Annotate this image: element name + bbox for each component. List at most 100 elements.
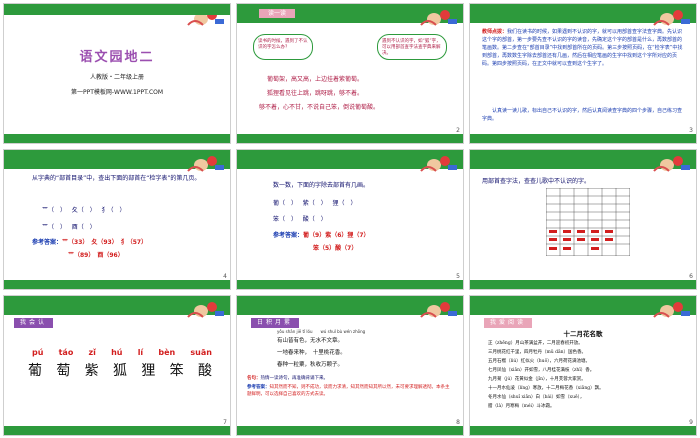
pinyin: lí <box>137 348 144 357</box>
slide-4[interactable]: 从字典的“部首目录”中，查出下面的部首在“检字表”的第几页。 艹（ ） 夂（ ）… <box>4 150 230 289</box>
slide-footer-bar <box>470 426 696 435</box>
exercise-item: 笨（ ） <box>273 216 298 223</box>
exercise-item: 狸（ ） <box>332 200 357 207</box>
poem-title: 十二月花名歌 <box>563 330 603 338</box>
slide-title: 语文园地二 <box>79 50 155 65</box>
section-tag: 读一读 <box>259 9 295 18</box>
cartoon-decoration-icon <box>187 156 224 172</box>
verse-line-2: 一地春来种， 十里桃花香。 <box>277 350 346 356</box>
slide-7[interactable]: 我会认 pú táo zǐ hú lí bèn suān 葡 萄 紫 狐 狸 笨… <box>4 296 230 435</box>
slide-number: 3 <box>689 127 693 134</box>
slide-footer-bar <box>4 280 230 289</box>
pinyin: bèn <box>158 348 176 357</box>
exercise-prompt: 数一数，下面的字除去部首有几画。 <box>273 182 370 189</box>
section-tag: 我会认 <box>14 318 54 328</box>
slide-footer-bar <box>237 134 463 143</box>
slide-number: 8 <box>456 419 460 426</box>
poem-line: 七月凤仙（xiān）开如雪，八月桂花满枝（zhī）香。 <box>488 368 595 373</box>
poem-line-3: 够不着，心不甘，不说自己笨，倒说葡萄酸。 <box>259 104 380 111</box>
cartoon-decoration-icon <box>653 302 690 318</box>
slide-number: 6 <box>689 273 693 280</box>
pinyin: táo <box>58 348 74 357</box>
section-tag: 我爱阅读 <box>484 318 533 328</box>
slide-footer-bar <box>237 280 463 289</box>
verse-line-1: 有山皆有色，无水不文章。 <box>277 338 344 344</box>
poem-line: 腊（là）月寒梅（méi）斗冰霜。 <box>488 404 555 409</box>
character: 狸 <box>141 363 156 379</box>
exercise-item: 犭（ ） <box>101 207 126 214</box>
slide-number: 5 <box>456 273 460 280</box>
poem-line: 十一月水仙凌（líng）寒放，十二月梅花香（xiāng）飘。 <box>488 386 604 391</box>
cartoon-decoration-icon <box>420 302 457 318</box>
exercise-prompt: 用部首查字法，查查儿歌中不认识的字。 <box>482 178 591 185</box>
exercise-item: 葡（ ） <box>273 200 298 207</box>
slide-subtitle: 人教版・二年级上册 <box>89 74 144 81</box>
slide-6[interactable]: 用部首查字法，查查儿歌中不认识的字。 6 <box>470 150 696 289</box>
pinyin: hú <box>111 348 123 357</box>
note-label: 名句： <box>247 376 261 381</box>
pinyin: zǐ <box>88 348 96 357</box>
ref-text: 知其然而不知，则不成功，读而力求清，知其然而知其所以然，未可要求理解透彻。本条主… <box>247 385 450 397</box>
character: 萄 <box>56 363 71 379</box>
slide-footer-bar <box>4 134 230 143</box>
pinyin: pú <box>32 348 44 357</box>
poem-line: 三月桃花红千里，四月牡丹（mǔ dān）国色香。 <box>488 350 587 355</box>
slide-3[interactable]: 教师点拨：我们在读书的时候，如果遇到不认识的字，就可以用部首查字法查字典。先认识… <box>470 4 696 143</box>
exercise-item: 紫（ ） <box>302 200 327 207</box>
answer-line-2: 艹（89） 酉（96） <box>68 252 124 259</box>
tip-label: 教师点拨： <box>482 29 508 35</box>
cartoon-decoration-icon <box>653 10 690 26</box>
slide-footer-bar <box>237 426 463 435</box>
poem-line: 九月菊（jú）花黄似金（jīn），十月芙蓉大家赏。 <box>488 377 586 382</box>
note-text: 热情一读诗句，再准确背诵下来。 <box>260 376 329 381</box>
slide-number: 7 <box>223 419 227 426</box>
speech-bubble-left: 读书的时候，遇到了不认识的字怎么办？ <box>253 34 313 60</box>
exercise-item: 艹（ ） <box>42 224 67 231</box>
poem-line-1: 葡萄架，高又高，上边挂着紫葡萄。 <box>267 76 364 83</box>
pinyin-line: yǒu shān jiē tǐ lóu wú shuǐ bù wén zhōng <box>277 329 366 334</box>
section-tag: 日积月累 <box>251 318 300 328</box>
character: 狐 <box>112 363 127 379</box>
slide-footer-bar <box>470 134 696 143</box>
slide-number: 9 <box>689 419 693 426</box>
slide-footer-bar <box>4 426 230 435</box>
poem-line: 五月石榴（liú）红似火（huǒ），六月荷花满池塘。 <box>488 359 591 364</box>
slide-footer-bar <box>470 280 696 289</box>
cartoon-decoration-icon <box>653 156 690 172</box>
ref-label: 参考答案： <box>247 385 270 390</box>
slide-header-bar <box>4 4 230 15</box>
slide-number: 4 <box>223 273 227 280</box>
character: 紫 <box>84 363 99 379</box>
exercise-item: 夂（ ） <box>71 207 96 214</box>
answer-label: 参考答案： <box>32 239 63 246</box>
character: 酸 <box>197 363 212 379</box>
slide-8[interactable]: 日积月累 yǒu shān jiē tǐ lóu wú shuǐ bù wén … <box>237 296 463 435</box>
cartoon-decoration-icon <box>187 302 224 318</box>
cartoon-decoration-icon <box>420 10 457 26</box>
exercise-item: 酉（ ） <box>71 224 96 231</box>
answer-line-2: 笨（5）酸（7） <box>313 245 358 252</box>
exercise-item: 酸（ ） <box>302 216 327 223</box>
slide-1[interactable]: 语文园地二 人教版・二年级上册 第一PPT模板网-WWW.1PPT.COM <box>4 4 230 143</box>
tip-body: 我们在读书的时候，如果遇到不认识的字，就可以用部首查字法查字典。先认识这个字的部… <box>482 29 683 67</box>
character: 葡 <box>28 363 42 379</box>
exercise-item: 艹（ ） <box>42 207 67 214</box>
lookup-table <box>546 188 630 256</box>
exercise-prompt: 从字典的“部首目录”中，查出下面的部首在“检字表”的第几页。 <box>32 175 201 182</box>
verse-line-3: 春种一粒粟，秋收万颗子。 <box>277 362 344 368</box>
poem-line-2: 狐狸看见往上跳，跳呀跳，够不着。 <box>267 90 364 97</box>
slide-5[interactable]: 数一数，下面的字除去部首有几画。 葡（ ） 紫（ ） 狸（ ） 笨（ ） 酸（ … <box>237 150 463 289</box>
poem-line: 冬月水仙（shuǐ xiān）白（bái）如雪（xuě）， <box>488 395 585 400</box>
slide-2[interactable]: 读一读 读书的时候，遇到了不认识的字怎么办？ 遇到不认识的字，如“狐”字，可以用… <box>237 4 463 143</box>
slide-9[interactable]: 我爱阅读 十二月花名歌 正（zhēng）月山茶满盆开，二月迎春初开放。 三月桃花… <box>470 296 696 435</box>
pinyin: suān <box>190 348 212 357</box>
poem-line: 正（zhēng）月山茶满盆开，二月迎春初开放。 <box>488 341 583 346</box>
cartoon-decoration-icon <box>420 156 457 172</box>
answer-label: 参考答案： <box>273 232 304 239</box>
slide-footer-text: 第一PPT模板网-WWW.1PPT.COM <box>70 89 164 96</box>
character: 笨 <box>169 363 184 379</box>
answer-line-1: 葡（9）紫（6）狸（7） <box>303 232 370 239</box>
tip-body-2: 认真读一读儿歌，标出自己不认识的字，然后认真阅读查字典的四个步骤，自己练习查字典… <box>482 108 683 122</box>
answer-line-1: 艹（33） 夂（93） 犭（57） <box>62 239 148 246</box>
speech-bubble-right: 遇到不认识的字，如“狐”字，可以用部首查字法查字典来解决。 <box>377 34 447 60</box>
